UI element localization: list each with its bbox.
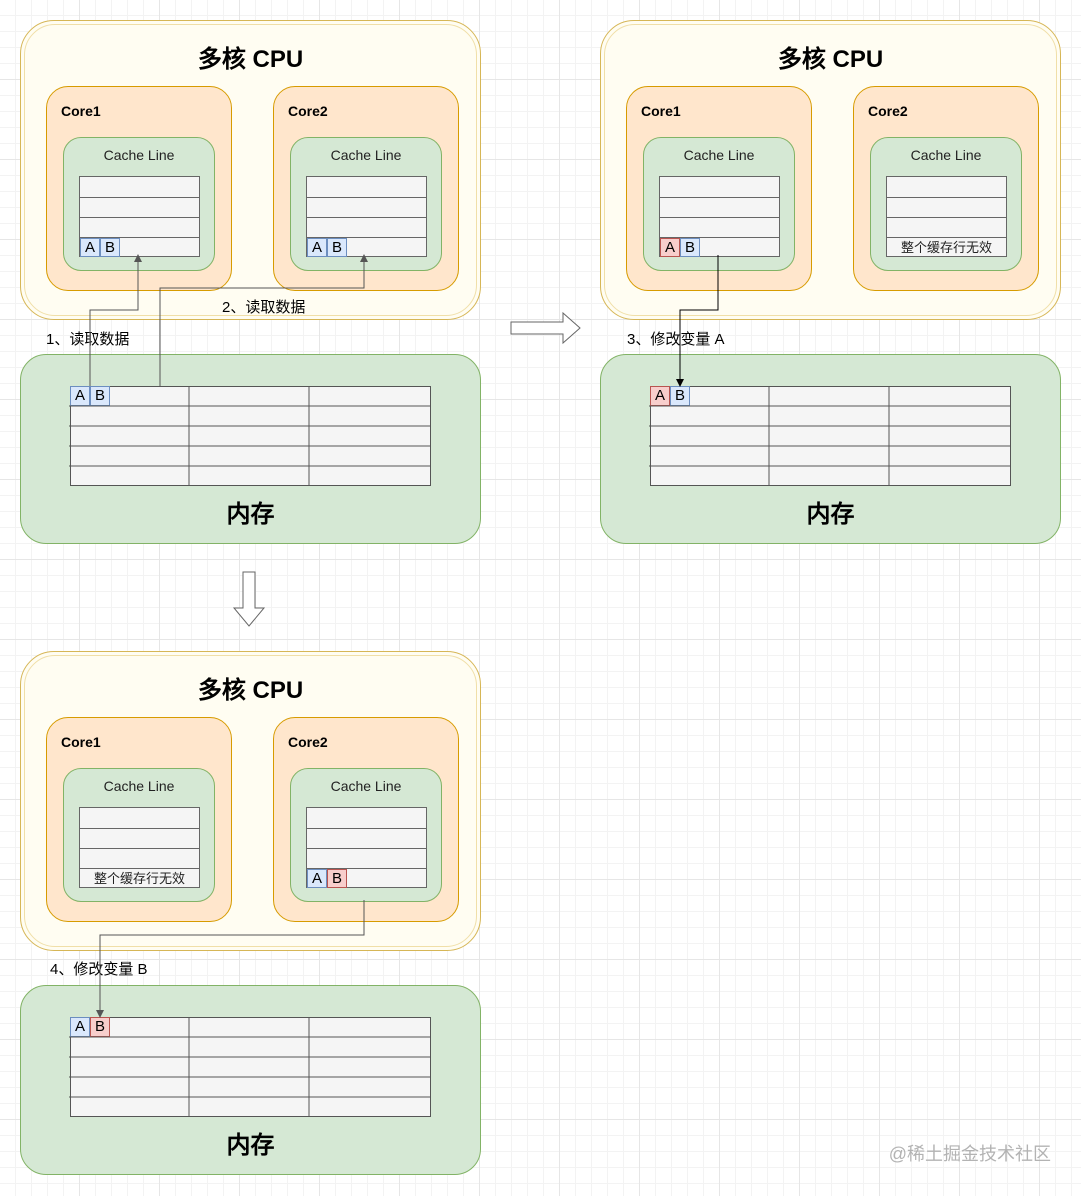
watermark: @稀土掘金技术社区 (888, 1144, 1051, 1164)
read-arrow-2 (159, 254, 368, 386)
connector-overlay (69, 254, 1010, 1117)
flow-arrow-right (510, 311, 581, 345)
write-arrow-3 (676, 255, 719, 387)
flow-arrow-down (232, 571, 266, 627)
read-arrow-1 (89, 254, 142, 386)
write-arrow-4 (96, 900, 365, 1018)
memory-grid-3 (69, 1017, 430, 1117)
memory-grid-2 (649, 386, 1010, 486)
memory-grid-1 (69, 386, 430, 486)
